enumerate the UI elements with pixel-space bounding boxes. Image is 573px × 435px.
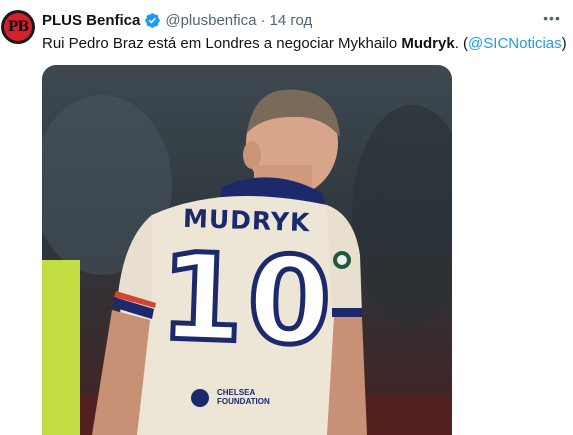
separator-dot: · (260, 11, 266, 29)
tweet-text-part: . ( (454, 35, 469, 52)
sponsor-line: FOUNDATION (217, 397, 270, 406)
sponsor-line: CHELSEA (217, 388, 256, 397)
shirt-sponsor: CHELSEA FOUNDATION (217, 388, 270, 406)
avatar[interactable]: PB (1, 10, 35, 44)
mention-link[interactable]: @SICNoticias (468, 35, 562, 52)
tweet-photo[interactable]: MUDRYK 10 CHELSEA FOUNDATION (42, 65, 452, 435)
avatar-initials: PB (7, 19, 29, 35)
display-name[interactable]: PLUS Benfica (42, 12, 140, 29)
tweet-text-part: ) (561, 35, 567, 52)
more-options-icon[interactable]: ••• (543, 11, 561, 29)
avatar-logo: PB (4, 13, 32, 41)
tweet-text-bold: Mudryk (401, 35, 455, 52)
tweet-text: Rui Pedro Braz está em Londres a negocia… (42, 34, 567, 54)
verified-badge-icon[interactable] (144, 12, 161, 29)
timestamp[interactable]: 14 год (269, 12, 312, 29)
tweet[interactable]: PB PLUS Benfica @plusbenfica · 14 год ••… (0, 0, 573, 435)
shirt-number: 10 (155, 225, 340, 375)
handle[interactable]: @plusbenfica (165, 12, 256, 29)
tweet-text-part: Rui Pedro Braz está em Londres a negocia… (42, 35, 402, 52)
tweet-header: PLUS Benfica @plusbenfica · 14 год (42, 10, 533, 30)
